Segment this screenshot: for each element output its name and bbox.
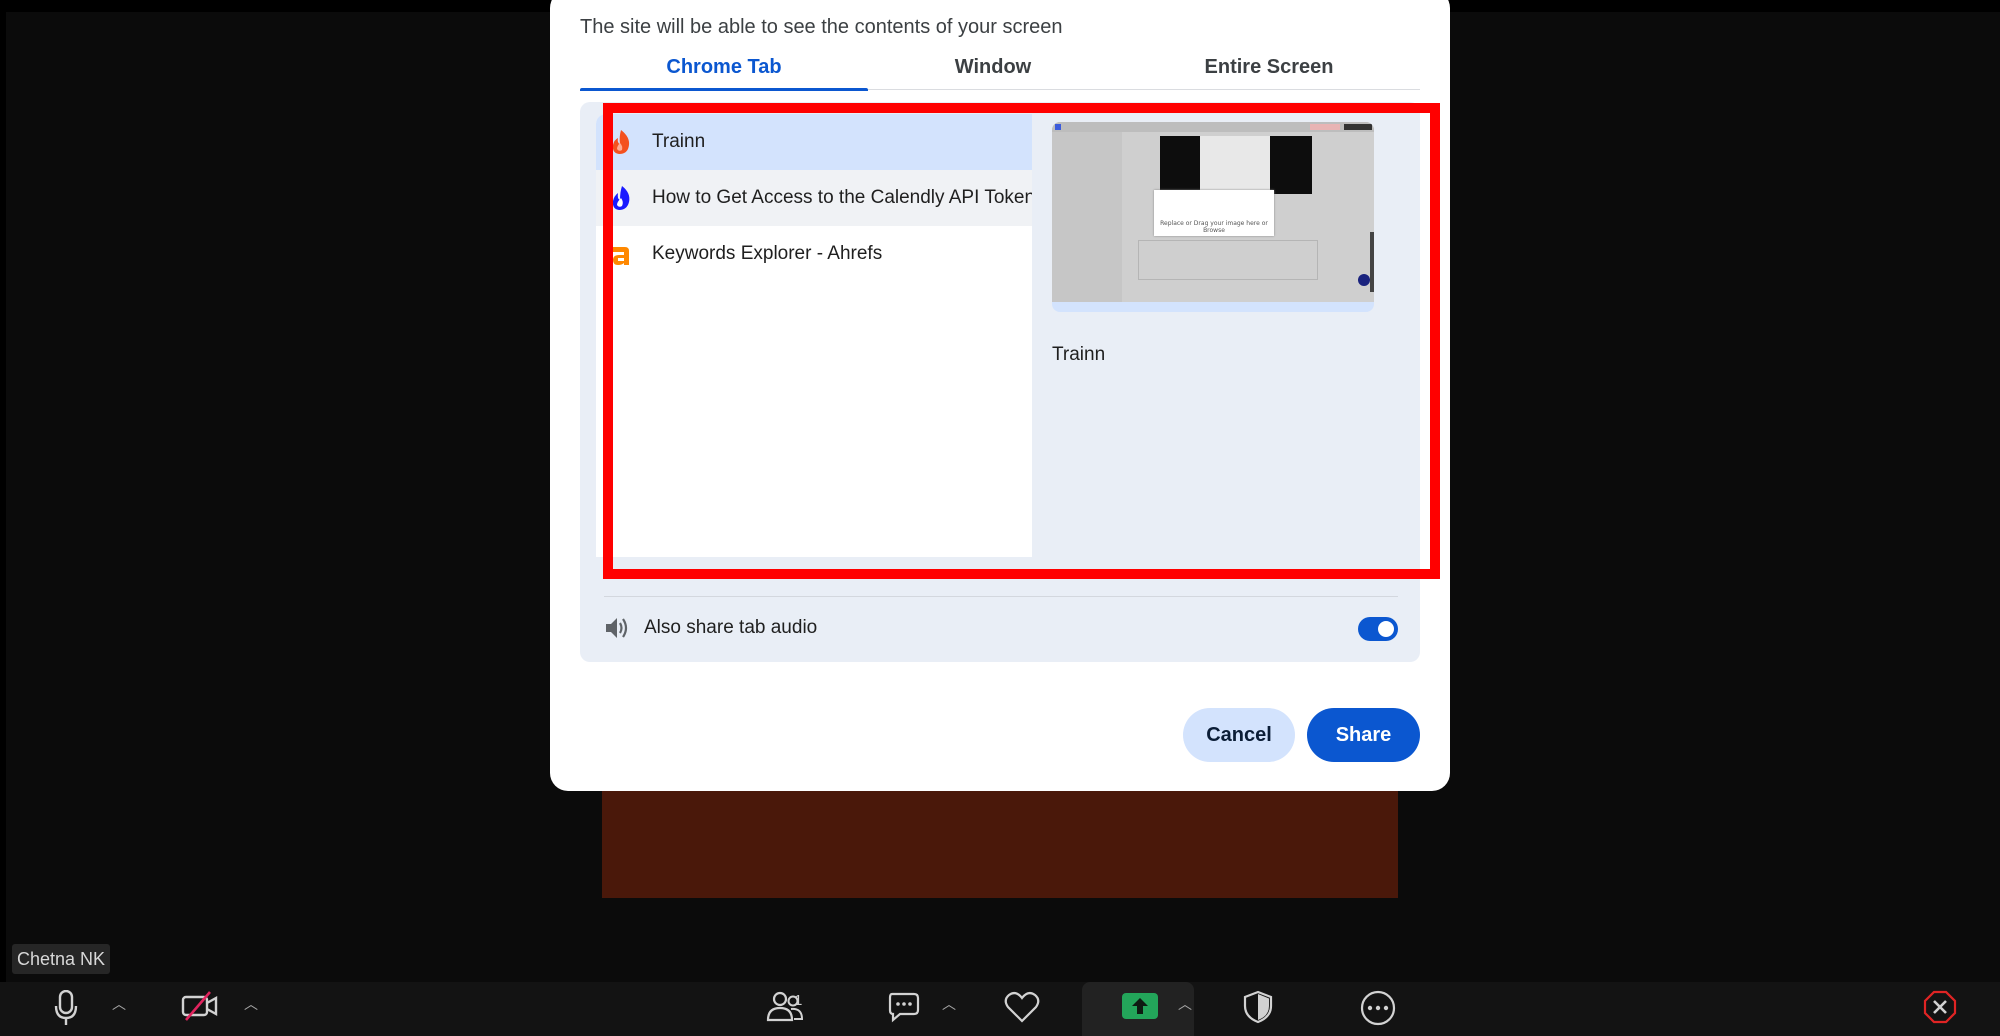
share-button[interactable]: Share xyxy=(1307,708,1420,762)
source-tabs: Chrome Tab Window Entire Screen xyxy=(580,54,1420,91)
share-options-caret[interactable]: ︿ xyxy=(1178,994,1192,1014)
dialog-subtitle: The site will be able to see the content… xyxy=(580,16,1063,38)
share-audio-toggle[interactable] xyxy=(1358,617,1398,641)
mute-options-caret[interactable]: ︿ xyxy=(112,994,126,1014)
video-off-icon xyxy=(181,991,218,1021)
participants-count-badge: 1 xyxy=(794,992,803,1009)
security-button[interactable] xyxy=(1238,982,1278,1036)
video-options-caret[interactable]: ︿ xyxy=(244,994,258,1014)
reactions-icon xyxy=(1004,991,1040,1023)
tab-chrome-tab[interactable]: Chrome Tab xyxy=(580,54,868,90)
browser-tab-list: Trainn How to Get Access to the Calendly… xyxy=(596,114,1032,557)
toggle-knob xyxy=(1378,621,1394,637)
preview-thumbnail: Replace or Drag your image here or Brows… xyxy=(1052,122,1374,312)
tab-title: Keywords Explorer - Ahrefs xyxy=(652,243,883,264)
trainn-flame-icon xyxy=(608,129,634,155)
share-screen-icon xyxy=(1122,993,1158,1019)
start-video-button[interactable] xyxy=(178,982,222,1036)
more-icon xyxy=(1360,990,1396,1026)
cancel-button[interactable]: Cancel xyxy=(1183,708,1295,762)
list-item[interactable]: How to Get Access to the Calendly API To… xyxy=(596,170,1032,226)
participant-name-tag: Chetna NK xyxy=(12,944,111,974)
divider xyxy=(604,596,1398,597)
active-tab-indicator xyxy=(580,88,868,91)
share-screen-button[interactable] xyxy=(1120,982,1160,1036)
preview-screenshot: Replace or Drag your image here or Brows… xyxy=(1052,122,1374,302)
end-icon xyxy=(1923,990,1957,1024)
share-audio-label: Also share tab audio xyxy=(644,617,818,638)
speaker-icon xyxy=(606,618,628,638)
mute-button[interactable] xyxy=(46,982,86,1036)
preview-title: Trainn xyxy=(1052,344,1106,365)
tab-window[interactable]: Window xyxy=(868,54,1118,90)
share-screen-dialog: The site will be able to see the content… xyxy=(550,0,1450,791)
chat-button[interactable] xyxy=(884,982,924,1036)
tab-title: How to Get Access to the Calendly API To… xyxy=(652,187,1032,208)
calendly-flame-icon xyxy=(608,185,634,211)
chat-icon xyxy=(888,992,920,1023)
mic-icon xyxy=(54,990,78,1025)
security-icon xyxy=(1243,990,1273,1024)
tab-preview: Replace or Drag your image here or Brows… xyxy=(1032,114,1404,557)
tab-entire-screen[interactable]: Entire Screen xyxy=(1118,54,1420,90)
list-item[interactable]: Trainn xyxy=(596,114,1032,170)
more-button[interactable] xyxy=(1358,982,1398,1036)
chat-options-caret[interactable]: ︿ xyxy=(942,994,956,1014)
participants-button[interactable] xyxy=(756,982,816,1036)
tab-title: Trainn xyxy=(652,131,706,152)
reactions-button[interactable] xyxy=(1002,982,1042,1036)
preview-caption: Replace or Drag your image here or Brows… xyxy=(1160,220,1268,234)
ahrefs-icon xyxy=(608,241,634,267)
picker-panel: Trainn How to Get Access to the Calendly… xyxy=(580,102,1420,662)
end-meeting-button[interactable] xyxy=(1920,982,1960,1036)
meeting-toolbar: ︿ ︿ 1 ︿ ︿ xyxy=(0,982,2000,1036)
list-item[interactable]: Keywords Explorer - Ahrefs xyxy=(596,226,1032,282)
share-audio-row: Also share tab audio xyxy=(604,608,1398,648)
shared-content-background xyxy=(602,780,1398,898)
